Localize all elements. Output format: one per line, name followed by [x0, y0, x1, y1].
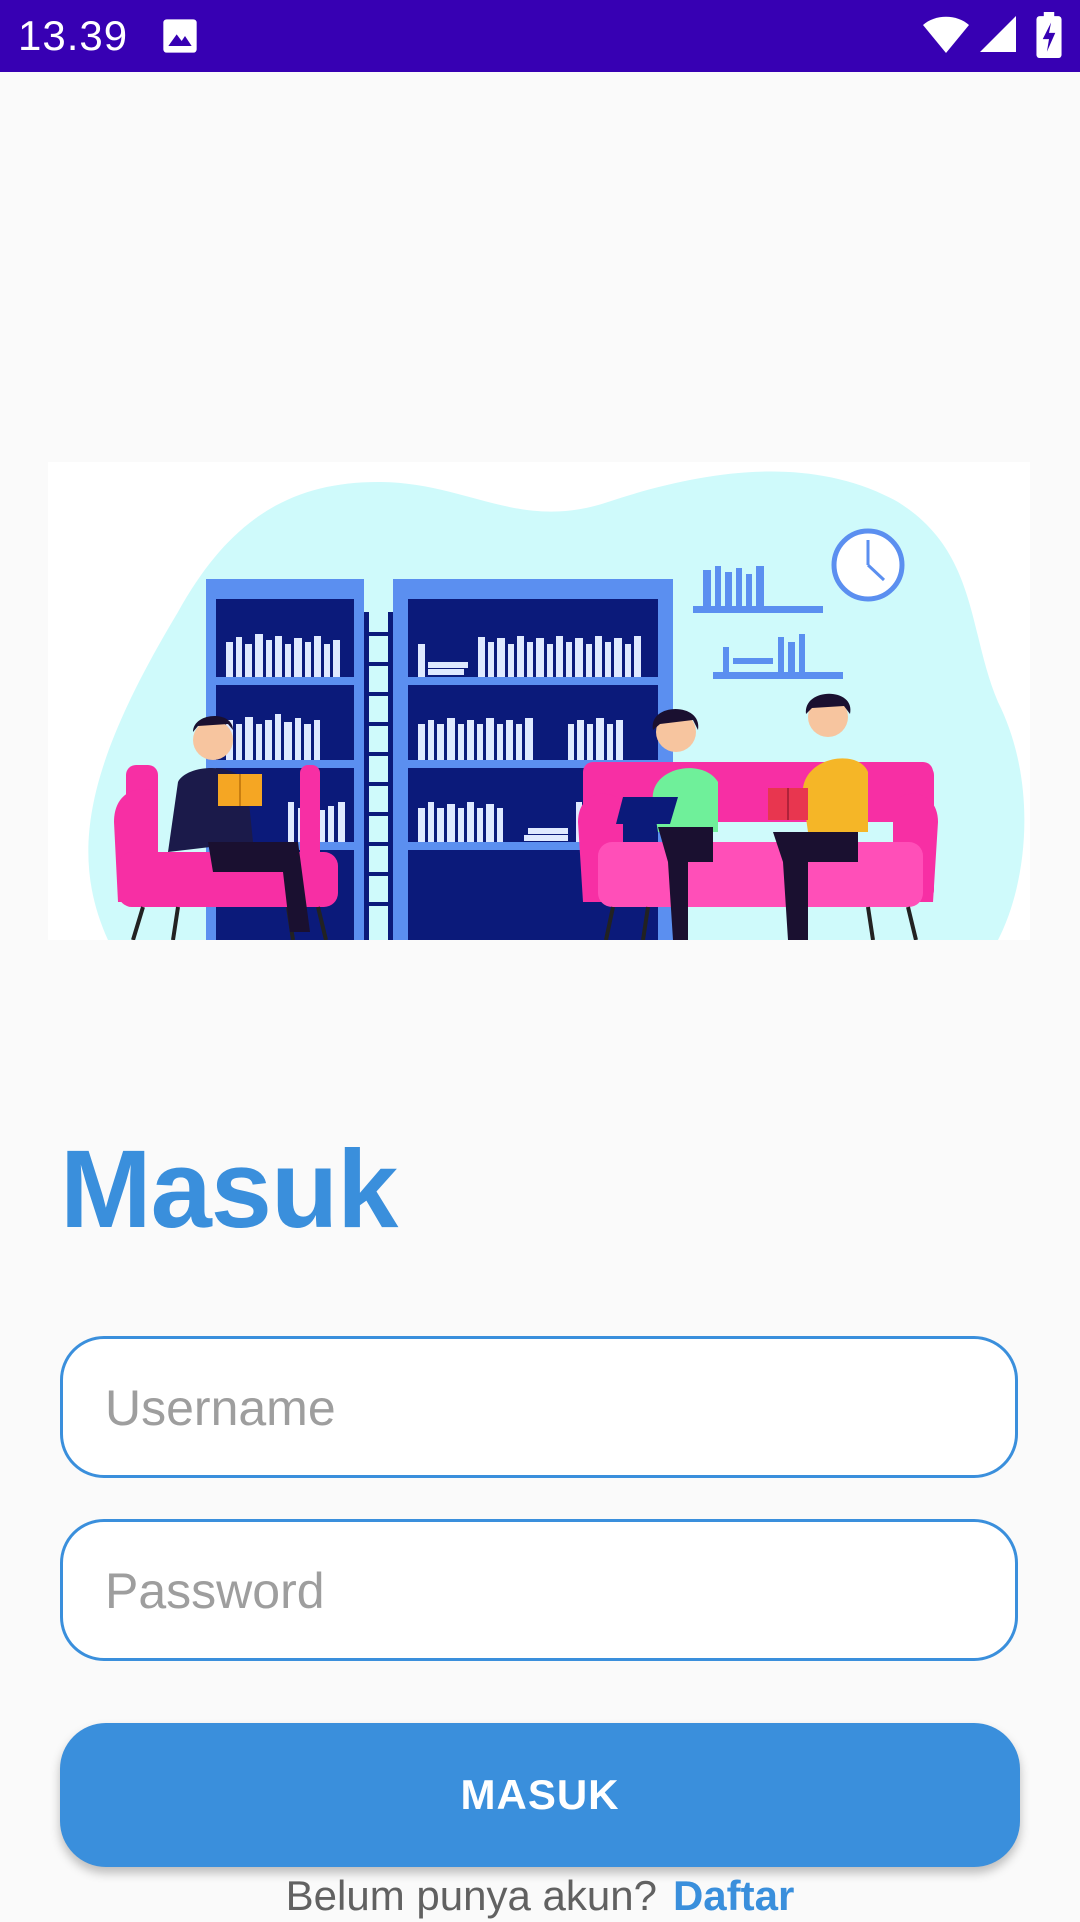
login-button[interactable]: MASUK: [60, 1723, 1020, 1867]
password-input[interactable]: [103, 1522, 987, 1660]
library-reading-illustration: [88, 471, 1025, 940]
register-link[interactable]: Daftar: [673, 1872, 794, 1919]
password-field-container[interactable]: [60, 1519, 1018, 1661]
username-field-container[interactable]: [60, 1336, 1018, 1478]
status-bar: 13.39: [0, 0, 1080, 72]
page-title: Masuk: [60, 1128, 398, 1251]
library-illustration: [48, 462, 1030, 940]
battery-charging-icon: [1036, 12, 1062, 58]
wifi-icon: [923, 16, 969, 53]
register-row: Belum punya akun? Daftar: [0, 1870, 1080, 1920]
status-time: 13.39: [18, 12, 129, 59]
register-prompt: Belum punya akun?: [285, 1872, 657, 1919]
username-input[interactable]: [103, 1339, 987, 1477]
signal-icon: [980, 16, 1016, 52]
gallery-icon: [163, 19, 197, 53]
